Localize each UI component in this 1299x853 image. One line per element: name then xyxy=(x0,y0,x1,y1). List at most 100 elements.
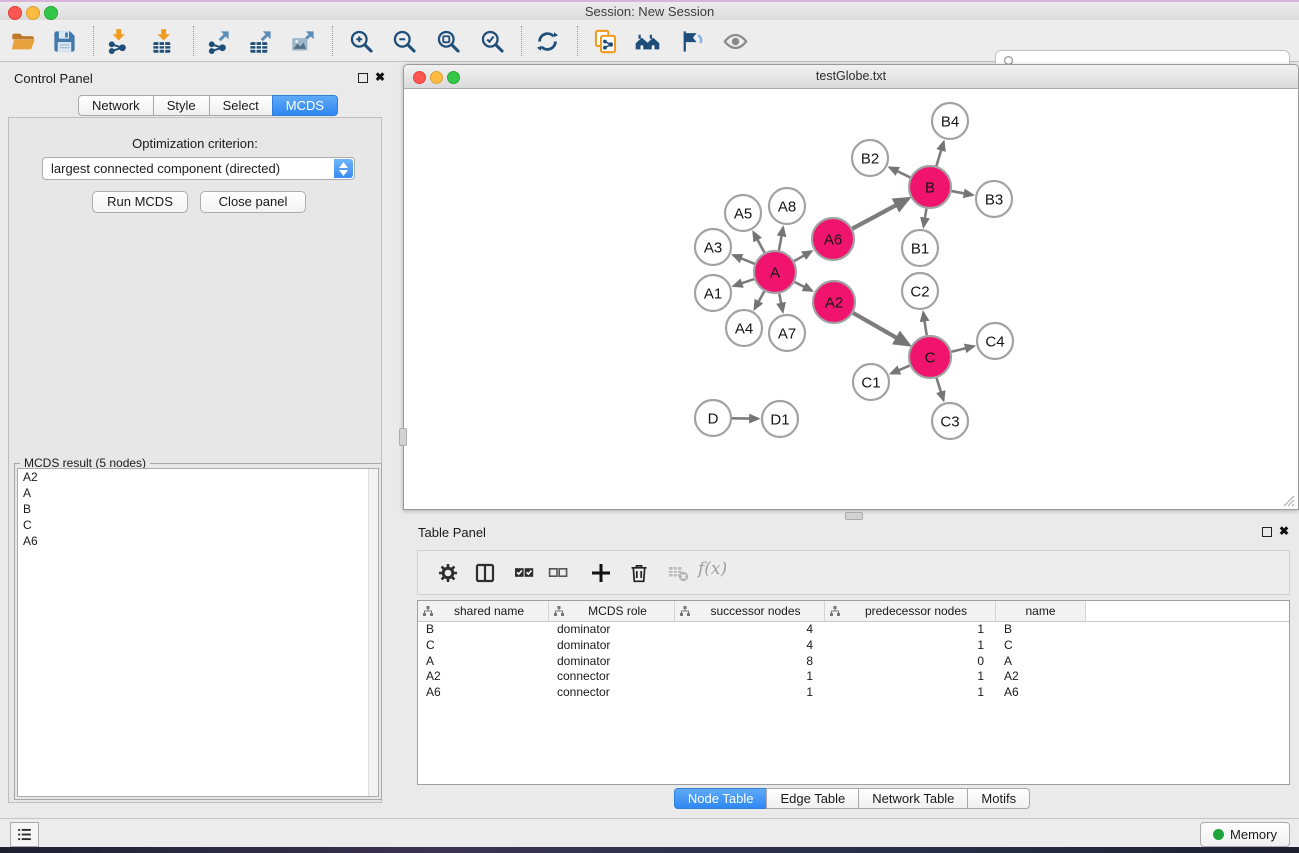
zoom-selected-button[interactable] xyxy=(473,23,511,59)
network-canvas[interactable]: B4B2BB3A8A5A6A3B1AC2A1A2A4A7C4CC1DD1C3 xyxy=(405,89,1297,509)
eye-button[interactable] xyxy=(716,23,754,59)
mcds-result-item[interactable]: A xyxy=(18,485,378,501)
graph-edge-A-A1[interactable] xyxy=(734,279,754,286)
add-row-button[interactable] xyxy=(586,558,616,588)
columns-button[interactable] xyxy=(470,558,500,588)
import-network-button[interactable] xyxy=(99,23,137,59)
table-cell[interactable]: A6 xyxy=(418,685,549,701)
zoom-out-button[interactable] xyxy=(385,23,423,59)
save-button[interactable] xyxy=(45,23,83,59)
graph-node-D1[interactable]: D1 xyxy=(762,401,798,437)
table-cell[interactable]: dominator xyxy=(549,638,675,654)
graph-edge-A-A7[interactable] xyxy=(779,294,783,312)
graph-edge-B-B3[interactable] xyxy=(952,191,973,195)
graph-edge-A-A5[interactable] xyxy=(753,232,764,252)
table-cell[interactable]: C xyxy=(996,638,1086,654)
task-history-button[interactable] xyxy=(10,822,39,847)
table-cell[interactable]: connector xyxy=(549,669,675,685)
table-cell[interactable]: 1 xyxy=(825,638,996,654)
graph-edge-A6-B[interactable] xyxy=(852,199,908,229)
graph-edge-B-B4[interactable] xyxy=(936,142,943,166)
graph-node-C4[interactable]: C4 xyxy=(977,323,1013,359)
graph-node-A5[interactable]: A5 xyxy=(725,195,761,231)
graph-edge-B-B2[interactable] xyxy=(890,168,910,178)
graph-edge-A-A3[interactable] xyxy=(733,255,754,264)
graph-node-A4[interactable]: A4 xyxy=(726,310,762,346)
graph-node-A6[interactable]: A6 xyxy=(812,218,854,260)
column-header-successor-nodes[interactable]: successor nodes xyxy=(675,601,825,621)
table-cell[interactable]: dominator xyxy=(549,654,675,670)
column-header-name[interactable]: name xyxy=(996,601,1086,621)
table-cell[interactable]: 4 xyxy=(675,638,825,654)
flag-button[interactable] xyxy=(672,23,710,59)
graph-node-C[interactable]: C xyxy=(909,336,951,378)
table-float-panel-icon[interactable] xyxy=(1262,527,1272,537)
table-row[interactable]: Adominator80A xyxy=(418,654,1289,670)
column-header-predecessor-nodes[interactable]: predecessor nodes xyxy=(825,601,996,621)
close-panel-icon[interactable]: ✖ xyxy=(375,70,385,84)
zoom-fit-button[interactable] xyxy=(429,23,467,59)
mcds-result-item[interactable]: B xyxy=(18,501,378,517)
table-cell[interactable]: 1 xyxy=(675,669,825,685)
tab-network-table[interactable]: Network Table xyxy=(858,788,968,809)
network-zoom-button[interactable] xyxy=(447,71,460,84)
horizontal-splitter-handle[interactable] xyxy=(845,512,863,520)
vertical-splitter-handle[interactable] xyxy=(399,428,407,446)
table-cell[interactable]: 1 xyxy=(825,622,996,638)
table-close-panel-icon[interactable]: ✖ xyxy=(1279,524,1289,538)
table-cell[interactable]: A2 xyxy=(418,669,549,685)
table-cell[interactable]: 4 xyxy=(675,622,825,638)
graph-node-B[interactable]: B xyxy=(909,166,951,208)
table-cell[interactable]: C xyxy=(418,638,549,654)
close-window-button[interactable] xyxy=(8,6,22,20)
graph-edge-A-A6[interactable] xyxy=(794,251,811,261)
float-panel-icon[interactable] xyxy=(358,73,368,83)
column-header-MCDS-role[interactable]: MCDS role xyxy=(549,601,675,621)
tab-network[interactable]: Network xyxy=(78,95,154,116)
tab-motifs[interactable]: Motifs xyxy=(967,788,1030,809)
delete-row-button[interactable] xyxy=(624,558,654,588)
resize-grip-icon[interactable] xyxy=(1282,494,1295,507)
table-row[interactable]: Bdominator41B xyxy=(418,622,1289,638)
table-cell[interactable]: dominator xyxy=(549,622,675,638)
zoom-window-button[interactable] xyxy=(44,6,58,20)
graph-node-A1[interactable]: A1 xyxy=(695,275,731,311)
table-cell[interactable]: A xyxy=(418,654,549,670)
graph-node-C3[interactable]: C3 xyxy=(932,403,968,439)
export-image-button[interactable] xyxy=(284,23,322,59)
import-table-button[interactable] xyxy=(144,23,182,59)
graph-node-B2[interactable]: B2 xyxy=(852,140,888,176)
graph-node-A2[interactable]: A2 xyxy=(813,281,855,323)
minimize-window-button[interactable] xyxy=(26,6,40,20)
graph-edge-A-A4[interactable] xyxy=(755,291,765,309)
mcds-result-item[interactable]: A2 xyxy=(18,469,378,485)
table-cell[interactable]: 1 xyxy=(675,685,825,701)
home-button[interactable] xyxy=(628,23,666,59)
zoom-in-button[interactable] xyxy=(342,23,380,59)
mcds-result-item[interactable]: A6 xyxy=(18,533,378,549)
table-cell[interactable]: B xyxy=(418,622,549,638)
table-cell[interactable]: A xyxy=(996,654,1086,670)
graph-node-B4[interactable]: B4 xyxy=(932,103,968,139)
delete-table-button[interactable] xyxy=(663,558,693,588)
table-cell[interactable]: 1 xyxy=(825,669,996,685)
graph-node-B1[interactable]: B1 xyxy=(902,230,938,266)
tab-node-table[interactable]: Node Table xyxy=(674,788,768,809)
column-header-shared-name[interactable]: shared name xyxy=(418,601,549,621)
tab-select[interactable]: Select xyxy=(209,95,273,116)
graph-node-D[interactable]: D xyxy=(695,400,731,436)
graph-node-C2[interactable]: C2 xyxy=(902,273,938,309)
graph-edge-A-A8[interactable] xyxy=(779,228,783,251)
duplicate-network-button[interactable] xyxy=(586,23,624,59)
table-row[interactable]: A2connector11A2 xyxy=(418,669,1289,685)
table-cell[interactable]: 8 xyxy=(675,654,825,670)
graph-edge-A2-C[interactable] xyxy=(853,313,908,345)
table-cell[interactable]: 0 xyxy=(825,654,996,670)
graph-node-A8[interactable]: A8 xyxy=(769,188,805,224)
graph-node-A7[interactable]: A7 xyxy=(769,315,805,351)
run-mcds-button[interactable]: Run MCDS xyxy=(92,191,188,213)
table-cell[interactable]: 1 xyxy=(825,685,996,701)
table-cell[interactable]: A2 xyxy=(996,669,1086,685)
export-table-button[interactable] xyxy=(241,23,279,59)
network-minimize-button[interactable] xyxy=(430,71,443,84)
